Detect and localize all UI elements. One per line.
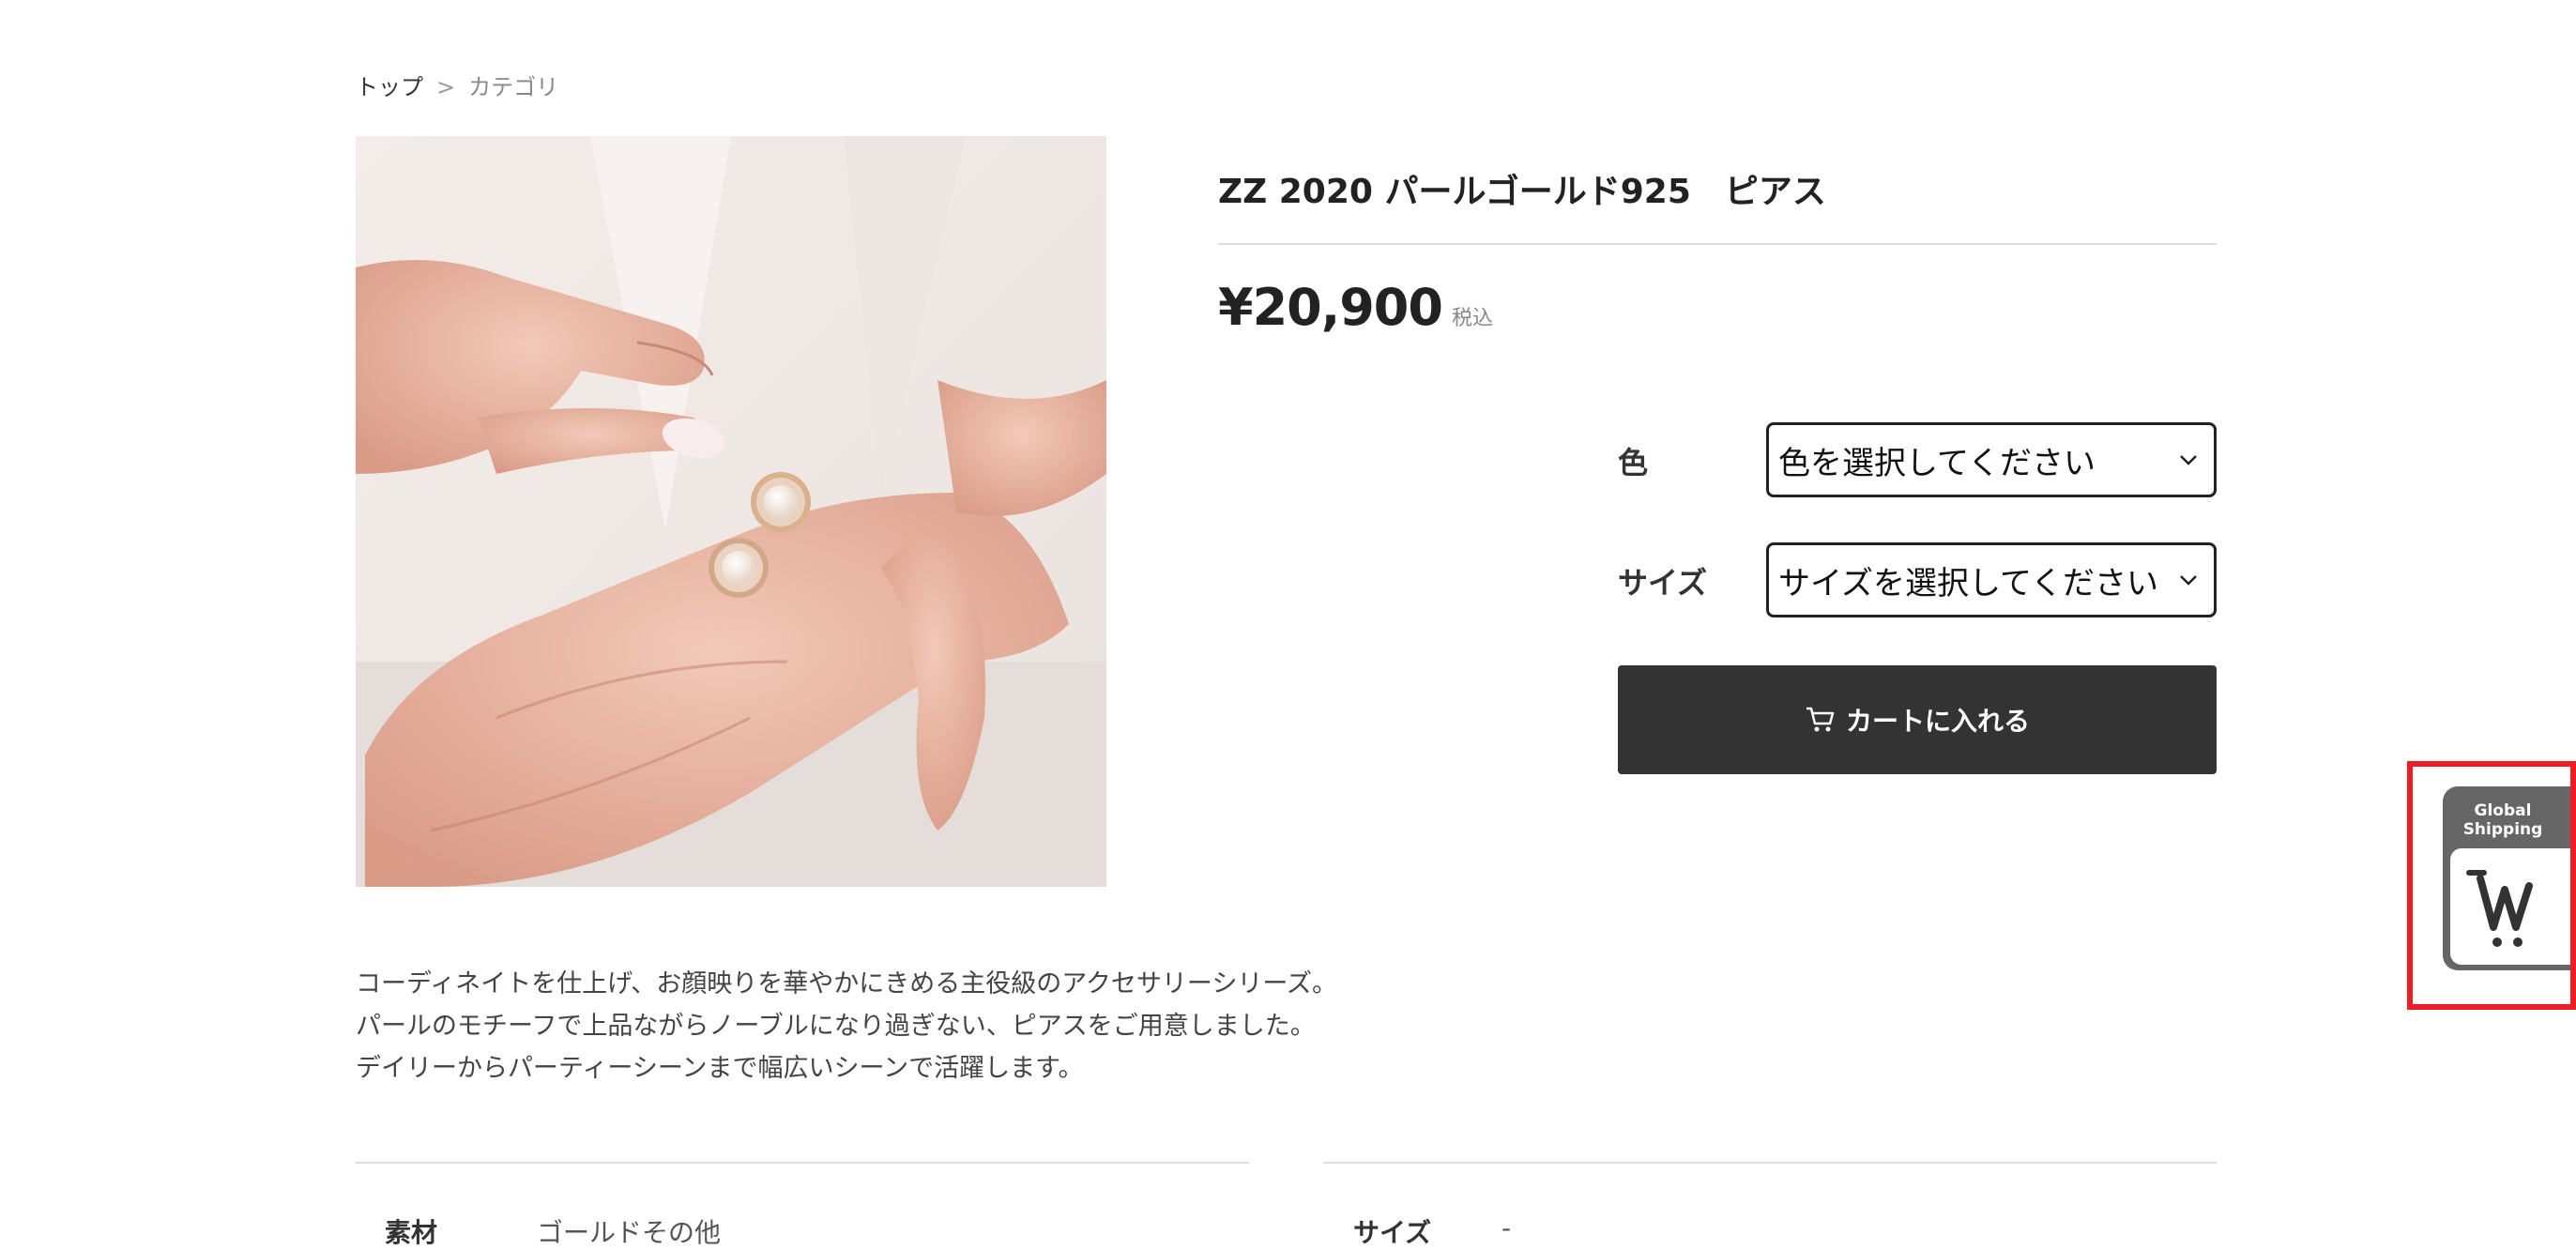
spec-divider-left xyxy=(356,1162,1249,1164)
breadcrumb-separator: > xyxy=(436,74,456,100)
spec-divider-right xyxy=(1323,1162,2217,1164)
title-divider xyxy=(1218,243,2217,245)
product-description: コーディネイトを仕上げ、お顔映りを華やかにきめる主役級のアクセサリーシリーズ。 … xyxy=(356,963,1337,1090)
chevron-down-icon xyxy=(2180,575,2197,586)
color-select[interactable]: 色を選択してください xyxy=(1766,422,2217,497)
description-line: パールのモチーフで上品ながらノーブルになり過ぎない、ピアスをご用意しました。 xyxy=(356,1012,1316,1041)
spec-size-label: サイズ xyxy=(1353,1217,1432,1248)
size-option-label: サイズ xyxy=(1618,565,1708,601)
breadcrumb-home-link[interactable]: トップ xyxy=(356,73,423,101)
spec-material-label: 素材 xyxy=(385,1217,438,1248)
size-select-value: サイズを選択してください xyxy=(1778,564,2158,602)
highlight-box xyxy=(2407,761,2576,1010)
product-price: ¥20,900 xyxy=(1218,278,1443,337)
product-photo-illustration xyxy=(356,136,1106,887)
color-select-value: 色を選択してください xyxy=(1778,444,2096,482)
tax-label: 税込 xyxy=(1451,307,1493,330)
description-line: コーディネイトを仕上げ、お顔映りを華やかにきめる主役級のアクセサリーシリーズ。 xyxy=(356,969,1337,998)
breadcrumb: トップ > カテゴリ xyxy=(356,73,558,101)
add-to-cart-label: カートに入れる xyxy=(1845,706,2030,737)
spec-size-value: - xyxy=(1501,1212,1512,1243)
price-row: ¥20,900 税込 xyxy=(1218,278,1493,337)
breadcrumb-category-link[interactable]: カテゴリ xyxy=(468,73,558,101)
cart-icon xyxy=(1806,707,1835,732)
color-option-label: 色 xyxy=(1618,445,1649,480)
add-to-cart-button[interactable]: カートに入れる xyxy=(1618,665,2217,774)
chevron-down-icon xyxy=(2180,455,2197,465)
description-line: デイリーからパーティーシーンまで幅広いシーンで活躍します。 xyxy=(356,1054,1084,1083)
product-image[interactable] xyxy=(356,136,1106,887)
product-title: ZZ 2020 パールゴールド925 ピアス xyxy=(1218,173,1826,211)
spec-material-value: ゴールドその他 xyxy=(537,1217,722,1248)
size-select[interactable]: サイズを選択してください xyxy=(1766,542,2217,617)
